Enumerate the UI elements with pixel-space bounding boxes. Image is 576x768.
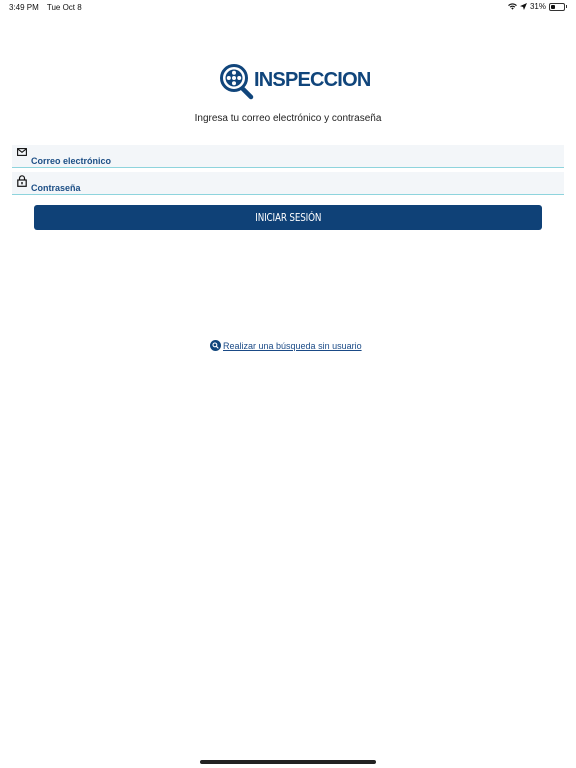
app-logo: INSPECCION (220, 64, 371, 100)
login-button-label: INICIAR SESIÓN (254, 211, 322, 224)
status-bar: 3:49 PM Tue Oct 8 31% (0, 0, 576, 14)
wifi-icon (508, 3, 517, 10)
logo-text: INSPECCION (254, 68, 371, 91)
battery-percent: 31% (529, 2, 546, 11)
status-time: 3:49 PM (9, 3, 39, 12)
email-label: Correo electrónico (31, 156, 112, 166)
login-instructions: Ingresa tu correo electrónico y contrase… (194, 113, 382, 124)
login-button[interactable]: INICIAR SESIÓN (34, 205, 542, 230)
guest-search-link[interactable]: Realizar una búsqueda sin usuario (210, 340, 362, 351)
password-label: Contraseña (31, 183, 81, 193)
magnifier-reel-icon (220, 64, 254, 100)
battery-icon (549, 2, 565, 11)
password-field[interactable]: Contraseña (12, 172, 564, 195)
battery-tip (566, 5, 567, 8)
search-icon (210, 340, 221, 351)
home-indicator[interactable] (200, 760, 376, 764)
status-date: Tue Oct 8 (46, 3, 82, 12)
email-field[interactable]: Correo electrónico (12, 145, 564, 168)
guest-search-label: Realizar una búsqueda sin usuario (223, 340, 362, 351)
battery-fill (551, 4, 555, 9)
lock-icon (17, 175, 27, 187)
location-arrow-icon (519, 3, 527, 10)
envelope-icon (17, 148, 27, 156)
status-left: 3:49 PM Tue Oct 8 (9, 3, 88, 12)
status-right: 31% (508, 2, 567, 11)
